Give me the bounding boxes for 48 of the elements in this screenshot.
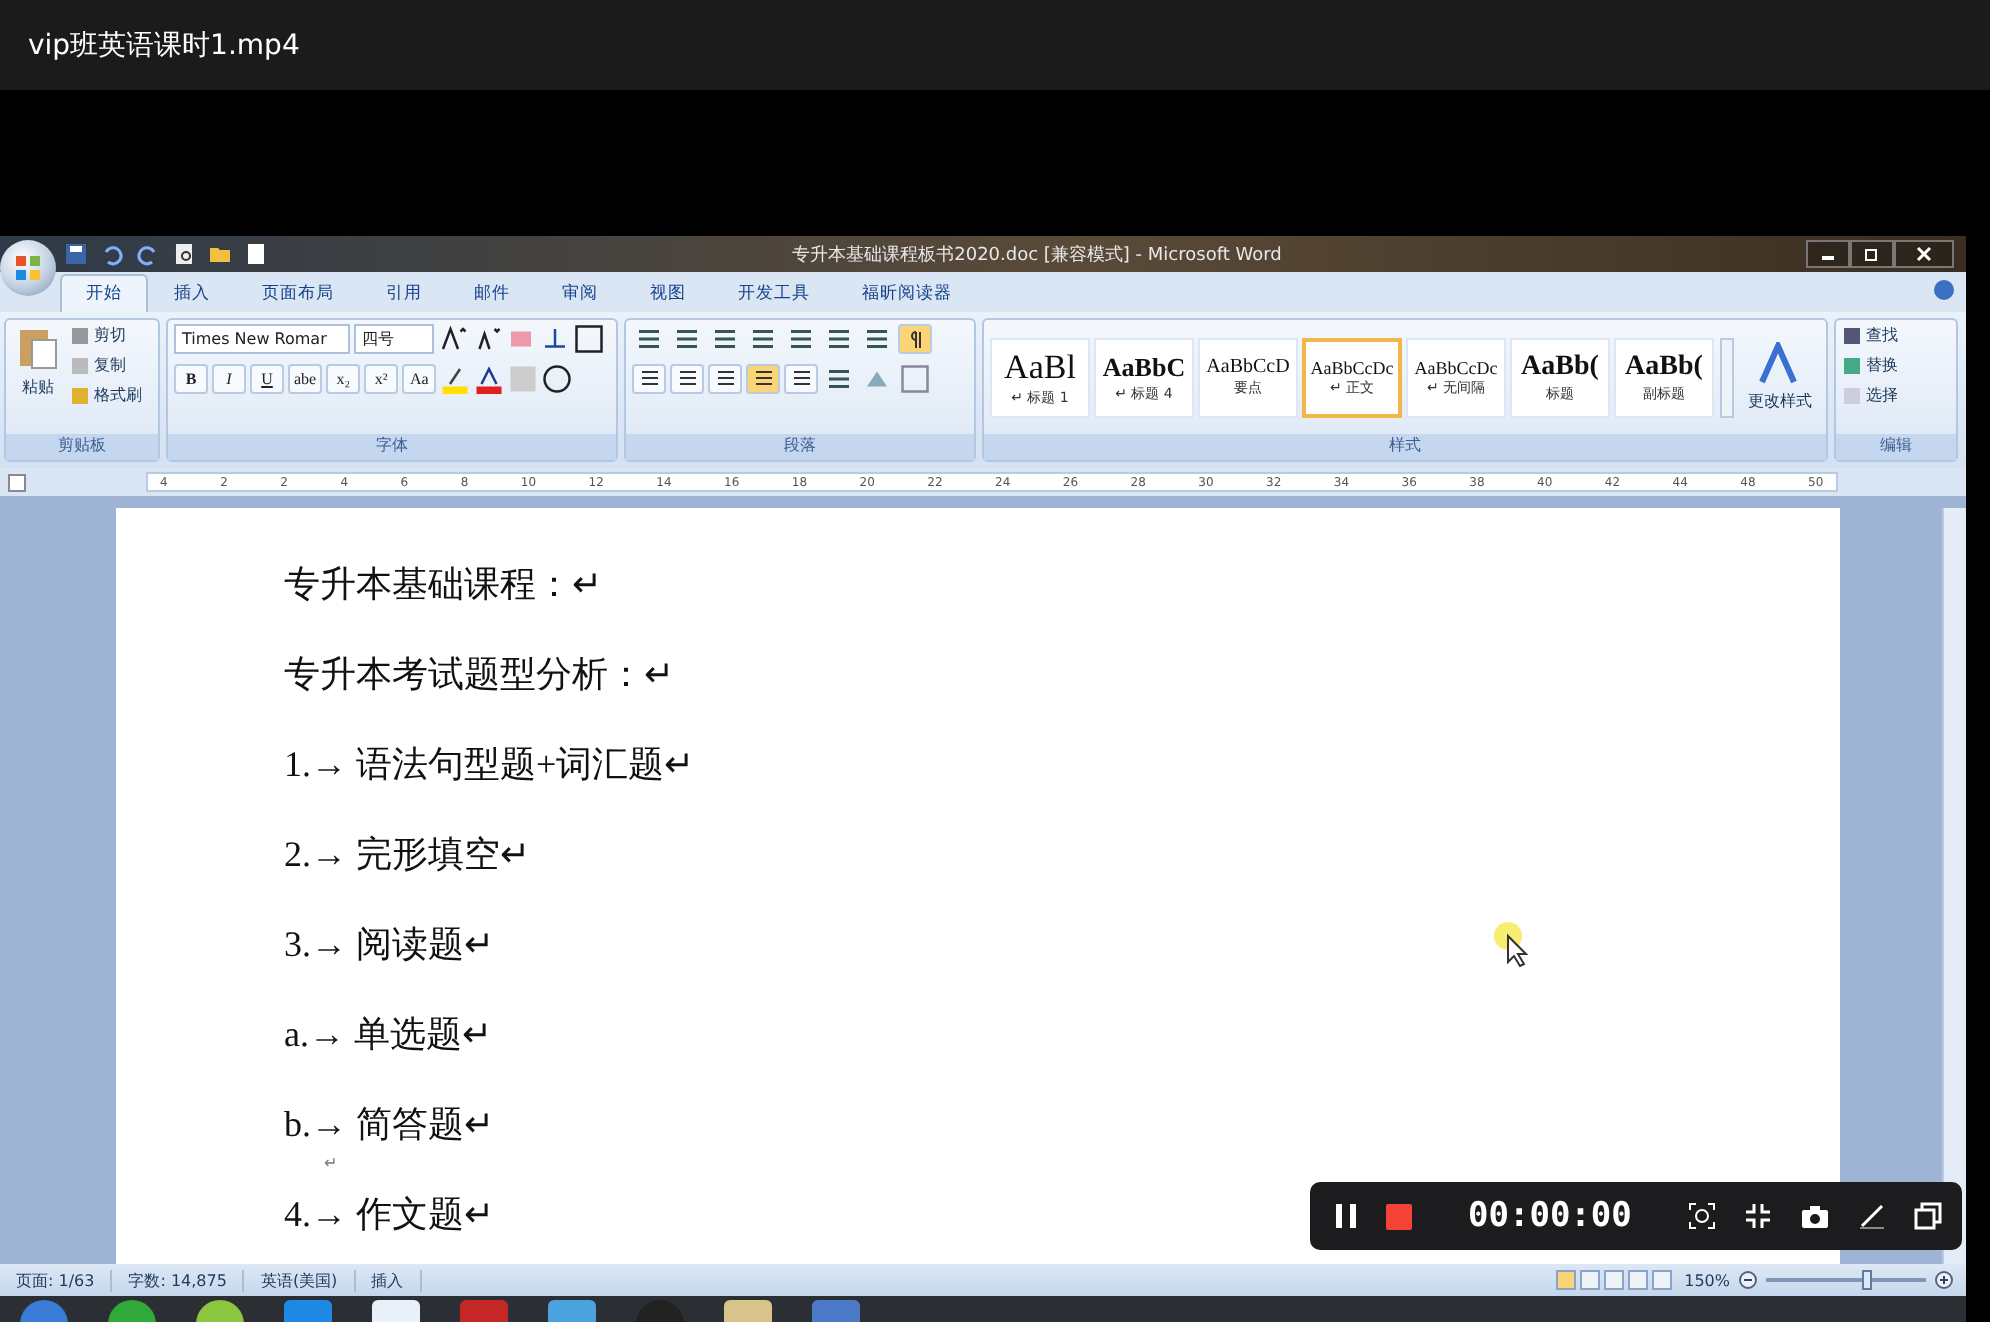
ribbon-tab[interactable]: 插入 <box>148 274 236 312</box>
document-line: b.→ 简答题↵ <box>284 1102 494 1148</box>
ribbon-tab[interactable]: 邮件 <box>448 274 536 312</box>
document-line: 3.→ 阅读题↵ <box>284 922 494 968</box>
group-label: 编辑 <box>1836 434 1956 460</box>
status-item: 页面: 1/63 <box>0 1269 113 1291</box>
format-button[interactable]: x² <box>364 364 399 394</box>
ribbon-tab[interactable]: 引用 <box>360 274 448 312</box>
group-label: 段落 <box>626 434 974 460</box>
font-size-field[interactable]: 四号 <box>354 324 434 354</box>
format-button[interactable]: x₂ <box>326 364 361 394</box>
format-button[interactable]: U <box>250 364 284 394</box>
paragraph-mark: ↵ <box>324 1154 338 1176</box>
format-button[interactable]: B <box>174 364 208 394</box>
font-name-field[interactable]: Times New Romar <box>174 324 350 354</box>
group-label: 字体 <box>168 434 616 460</box>
document-line: 专升本考试题型分析：↵ <box>284 652 674 698</box>
clipboard-command[interactable]: 剪切 <box>70 324 142 346</box>
change-styles-button[interactable]: 更改样式 <box>1740 342 1820 412</box>
editing-command[interactable]: 查找 <box>1842 324 1898 346</box>
ribbon-tab[interactable]: 审阅 <box>536 274 624 312</box>
ribbon-tab[interactable]: 页面布局 <box>236 274 360 312</box>
status-item: 英语(美国) <box>244 1269 356 1291</box>
clipboard-command[interactable]: 复制 <box>70 354 142 376</box>
document-line: 2.→ 完形填空↵ <box>284 832 530 878</box>
document-line: 1.→ 语法句型题+词汇题↵ <box>284 742 695 788</box>
window-title: 专升本基础课程板书2020.doc [兼容模式] - Microsoft Word <box>790 243 1284 267</box>
format-button[interactable]: I <box>212 364 246 394</box>
clipboard-command[interactable]: 格式刷 <box>70 384 142 406</box>
format-button[interactable]: abe <box>288 364 323 394</box>
group-label: 样式 <box>984 434 1826 460</box>
status-item[interactable]: 插入 <box>355 1269 422 1291</box>
ribbon-tab[interactable]: 视图 <box>624 274 712 312</box>
zoom-level[interactable]: 150% <box>1684 1271 1730 1289</box>
video-title: vip班英语课时1.mp4 <box>28 27 300 63</box>
ribbon-tab[interactable]: 开始 <box>60 274 148 312</box>
recording-timer: 00:00:00 <box>1468 1196 1632 1236</box>
editing-command[interactable]: 替换 <box>1842 354 1898 376</box>
ribbon-tab[interactable]: 福昕阅读器 <box>836 274 978 312</box>
group-label: 剪贴板 <box>6 434 158 460</box>
editing-command[interactable]: 选择 <box>1842 384 1898 406</box>
document-line: a.→ 单选题↵ <box>284 1012 492 1058</box>
document-line: 专升本基础课程：↵ <box>284 562 602 608</box>
status-item: 字数: 14,875 <box>112 1269 245 1291</box>
document-line: 4.→ 作文题↵ <box>284 1192 494 1238</box>
format-button[interactable]: Aa <box>402 364 437 394</box>
paste-button[interactable]: 粘贴 <box>12 324 64 430</box>
ribbon-tab[interactable]: 开发工具 <box>712 274 836 312</box>
